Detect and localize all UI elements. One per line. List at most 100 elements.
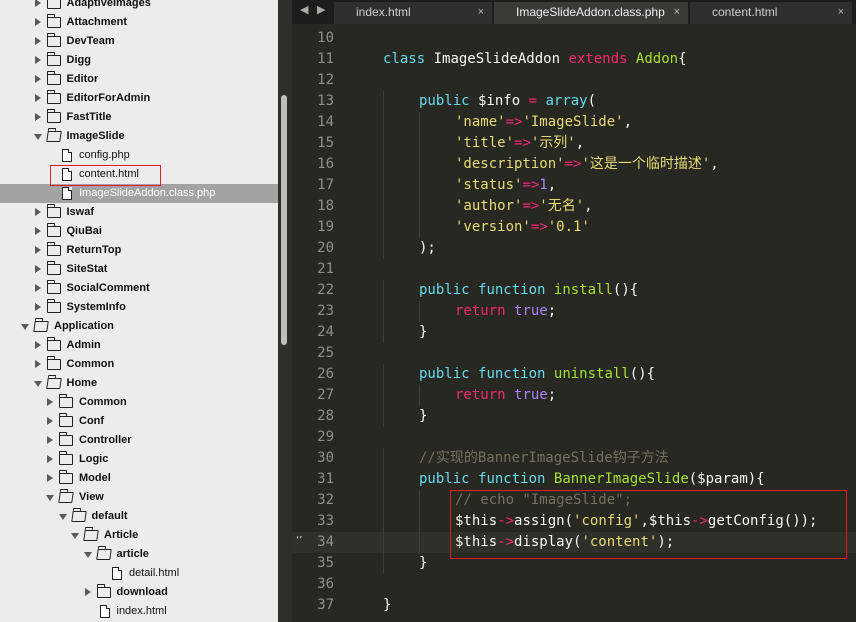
- tree-folder[interactable]: DevTeam: [0, 32, 278, 51]
- tree-folder[interactable]: article: [0, 545, 278, 564]
- tab-index-html[interactable]: index.html ×: [334, 2, 492, 24]
- tree-item-label: Logic: [79, 453, 109, 465]
- collapse-arrow-icon[interactable]: [45, 431, 55, 450]
- collapse-arrow-icon[interactable]: [45, 450, 55, 469]
- code-line[interactable]: 26 public function uninstall(){: [292, 364, 856, 385]
- tree-folder[interactable]: Common: [0, 393, 278, 412]
- tree-file[interactable]: index.html: [0, 602, 278, 621]
- tree-folder[interactable]: Admin: [0, 336, 278, 355]
- tab-imageslideaddon[interactable]: ImageSlideAddon.class.php ×: [494, 2, 688, 24]
- collapse-arrow-icon[interactable]: [33, 260, 43, 279]
- sidebar-scrollbar[interactable]: [281, 95, 287, 345]
- close-icon[interactable]: ×: [478, 2, 484, 22]
- code-line[interactable]: 20);: [292, 238, 856, 259]
- code-line[interactable]: 19 'version'=>'0.1': [292, 217, 856, 238]
- code-line[interactable]: 23 return true;: [292, 301, 856, 322]
- code-line[interactable]: 37}: [292, 595, 856, 616]
- tree-folder[interactable]: Digg: [0, 51, 278, 70]
- code-line[interactable]: 24}: [292, 322, 856, 343]
- collapse-arrow-icon[interactable]: [45, 469, 55, 488]
- code-line[interactable]: 22 public function install(){: [292, 280, 856, 301]
- tree-folder[interactable]: download: [0, 583, 278, 602]
- tree-folder[interactable]: Article: [0, 526, 278, 545]
- code-line[interactable]: 10: [292, 28, 856, 49]
- tree-folder[interactable]: Editor: [0, 70, 278, 89]
- code-line[interactable]: 12: [292, 70, 856, 91]
- code-line[interactable]: 27 return true;: [292, 385, 856, 406]
- tree-folder[interactable]: Attachment: [0, 13, 278, 32]
- tree-file[interactable]: ImageSlideAddon.class.php: [0, 184, 278, 203]
- tree-folder[interactable]: Conf: [0, 412, 278, 431]
- expand-arrow-icon[interactable]: [33, 127, 43, 146]
- close-icon[interactable]: ×: [674, 2, 680, 22]
- collapse-arrow-icon[interactable]: [33, 70, 43, 89]
- tree-folder[interactable]: Model: [0, 469, 278, 488]
- collapse-arrow-icon[interactable]: [45, 412, 55, 431]
- code-editor[interactable]: ◀ ▶ index.html × ImageSlideAddon.class.p…: [292, 0, 856, 622]
- code-line[interactable]: 16 'description'=>'这是一个临时描述',: [292, 154, 856, 175]
- collapse-arrow-icon[interactable]: [45, 393, 55, 412]
- code-line[interactable]: 36: [292, 574, 856, 595]
- collapse-arrow-icon[interactable]: [33, 241, 43, 260]
- back-arrow-icon[interactable]: ◀: [300, 3, 308, 16]
- tree-file[interactable]: detail.html: [0, 564, 278, 583]
- collapse-arrow-icon[interactable]: [33, 0, 43, 13]
- close-icon[interactable]: ×: [838, 2, 844, 22]
- expand-arrow-icon[interactable]: [58, 507, 68, 526]
- tree-folder[interactable]: Common: [0, 355, 278, 374]
- expand-arrow-icon[interactable]: [45, 488, 55, 507]
- tree-folder[interactable]: Controller: [0, 431, 278, 450]
- collapse-arrow-icon[interactable]: [33, 222, 43, 241]
- collapse-arrow-icon[interactable]: [33, 203, 43, 222]
- indent-guide: [383, 532, 384, 553]
- collapse-arrow-icon[interactable]: [33, 279, 43, 298]
- tree-folder[interactable]: Logic: [0, 450, 278, 469]
- indent-guide: [383, 490, 384, 511]
- code-line[interactable]: 15 'title'=>'示列',: [292, 133, 856, 154]
- tree-file[interactable]: config.php: [0, 146, 278, 165]
- tree-folder[interactable]: ReturnTop: [0, 241, 278, 260]
- code-line[interactable]: 30 //实现的BannerImageSlide钩子方法: [292, 448, 856, 469]
- tree-folder[interactable]: Home: [0, 374, 278, 393]
- collapse-arrow-icon[interactable]: [33, 336, 43, 355]
- tree-item-label: Model: [79, 472, 111, 484]
- collapse-arrow-icon[interactable]: [33, 108, 43, 127]
- expand-arrow-icon[interactable]: [70, 526, 80, 545]
- code-line[interactable]: 14 'name'=>'ImageSlide',: [292, 112, 856, 133]
- tree-folder[interactable]: SiteStat: [0, 260, 278, 279]
- tree-folder[interactable]: SocialComment: [0, 279, 278, 298]
- code-line[interactable]: 18 'author'=>'无名',: [292, 196, 856, 217]
- tree-folder[interactable]: Iswaf: [0, 203, 278, 222]
- code-line[interactable]: 28}: [292, 406, 856, 427]
- collapse-arrow-icon[interactable]: [83, 583, 93, 602]
- collapse-arrow-icon[interactable]: [33, 355, 43, 374]
- code-line[interactable]: 17 'status'=>1,: [292, 175, 856, 196]
- code-line[interactable]: 31 public function BannerImageSlide($para…: [292, 469, 856, 490]
- collapse-arrow-icon[interactable]: [33, 89, 43, 108]
- collapse-arrow-icon[interactable]: [33, 32, 43, 51]
- tree-folder[interactable]: AdaptiveImages: [0, 0, 278, 13]
- expand-arrow-icon[interactable]: [20, 317, 30, 336]
- code-line[interactable]: 13 public $info = array(: [292, 91, 856, 112]
- collapse-arrow-icon[interactable]: [33, 51, 43, 70]
- tree-folder[interactable]: QiuBai: [0, 222, 278, 241]
- code-line[interactable]: 29: [292, 427, 856, 448]
- collapse-arrow-icon[interactable]: [33, 13, 43, 32]
- expand-arrow-icon[interactable]: [33, 374, 43, 393]
- forward-arrow-icon[interactable]: ▶: [317, 3, 325, 16]
- tab-content-html[interactable]: content.html ×: [690, 2, 852, 24]
- tree-folder[interactable]: View: [0, 488, 278, 507]
- tree-folder[interactable]: SystemInfo: [0, 298, 278, 317]
- tree-folder[interactable]: default: [0, 507, 278, 526]
- tree-folder[interactable]: EditorForAdmin: [0, 89, 278, 108]
- code-line[interactable]: 11 class ImageSlideAddon extends Addon{: [292, 49, 856, 70]
- tree-folder[interactable]: ImageSlide: [0, 127, 278, 146]
- collapse-arrow-icon[interactable]: [33, 298, 43, 317]
- code-line[interactable]: 25: [292, 343, 856, 364]
- expand-arrow-icon[interactable]: [83, 545, 93, 564]
- code-token: 'author': [455, 198, 523, 214]
- tree-folder[interactable]: Application: [0, 317, 278, 336]
- code-line[interactable]: 21: [292, 259, 856, 280]
- tree-folder[interactable]: FastTitle: [0, 108, 278, 127]
- code-token: 'description': [455, 156, 565, 172]
